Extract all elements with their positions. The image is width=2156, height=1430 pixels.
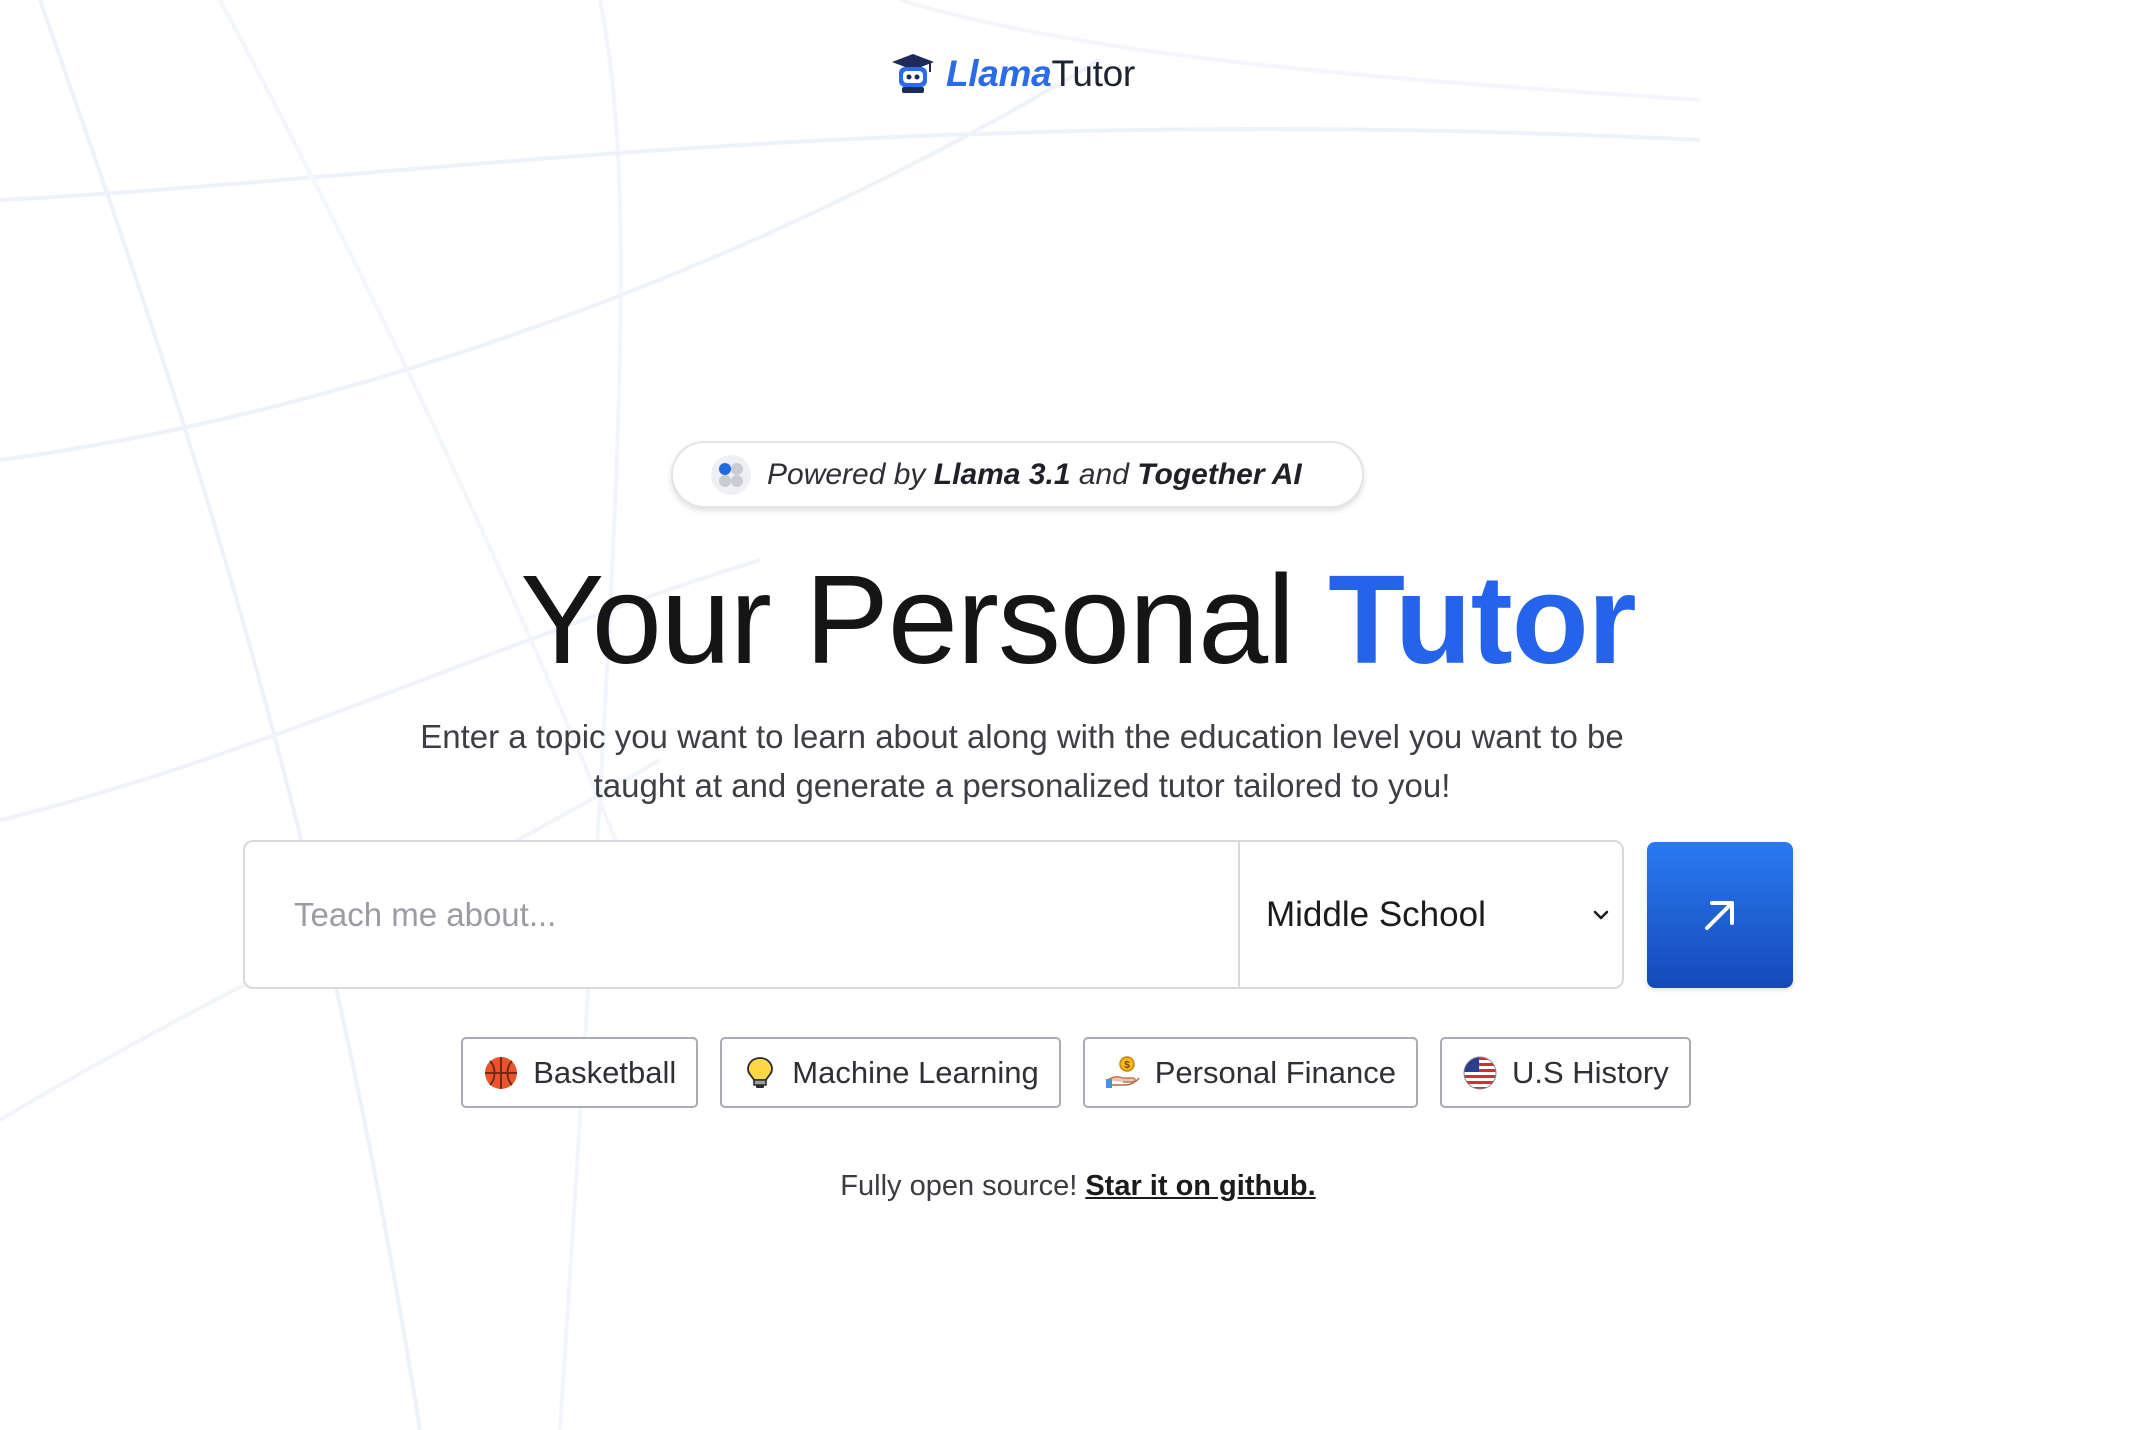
open-source-text: Fully open source! [840,1170,1078,1202]
robot-graduate-icon [892,54,934,93]
us-flag-icon [1463,1056,1497,1089]
suggestion-chip-machine-learning[interactable]: Machine Learning [720,1037,1061,1108]
together-ai-icon [711,454,751,495]
topic-input[interactable] [245,842,1238,987]
logo-text: LlamaTutor [946,55,1135,92]
basketball-icon [485,1056,518,1089]
education-level-select[interactable]: Middle School [1238,842,1622,987]
suggestion-label: Machine Learning [792,1054,1039,1090]
arrow-up-right-icon [1705,901,1734,930]
suggestion-chip-us-history[interactable]: U.S History [1439,1037,1691,1108]
suggestion-chip-personal-finance[interactable]: $ Personal Finance [1082,1037,1418,1108]
suggestion-label: Basketball [533,1054,677,1090]
powered-by-prefix: Powered by [767,457,926,491]
money-hand-icon: $ [1105,1055,1140,1088]
education-level-value: Middle School [1266,894,1486,934]
powered-by-provider: Together AI [1137,457,1302,491]
svg-text:$: $ [1124,1060,1130,1071]
title-plain: Your Personal [520,549,1329,690]
page-title: Your Personal Tutor [0,545,2156,695]
logo-text-llama: Llama [946,52,1052,94]
suggestion-chips: Basketball Machine Learning $ Personal F… [0,1037,2154,1108]
github-link[interactable]: Star it on github. [1085,1170,1315,1202]
powered-by-model: Llama 3.1 [933,457,1071,491]
chevron-down-icon [1593,910,1609,919]
topic-search-bar: Middle School [243,840,1624,989]
page-subtitle: Enter a topic you want to learn about al… [420,718,1624,804]
suggestion-label: Personal Finance [1154,1054,1396,1090]
powered-by-badge[interactable]: Powered by Llama 3.1 and Together AI [671,441,1364,508]
powered-by-text: Powered by Llama 3.1 and Together AI [767,458,1302,492]
suggestion-label: U.S History [1511,1054,1669,1090]
logo-text-tutor: Tutor [1051,52,1135,94]
suggestion-chip-basketball[interactable]: Basketball [461,1037,699,1108]
submit-button[interactable] [1647,842,1793,988]
page: LlamaTutor Powered by Llama 3.1 and Toge… [0,0,2156,1430]
powered-by-conjunction: and [1078,457,1129,491]
app-logo[interactable]: LlamaTutor [890,48,1135,98]
open-source-note: Fully open source! Star it on github. [0,1170,2156,1203]
title-accent: Tutor [1328,549,1637,690]
lightbulb-icon [747,1056,774,1088]
